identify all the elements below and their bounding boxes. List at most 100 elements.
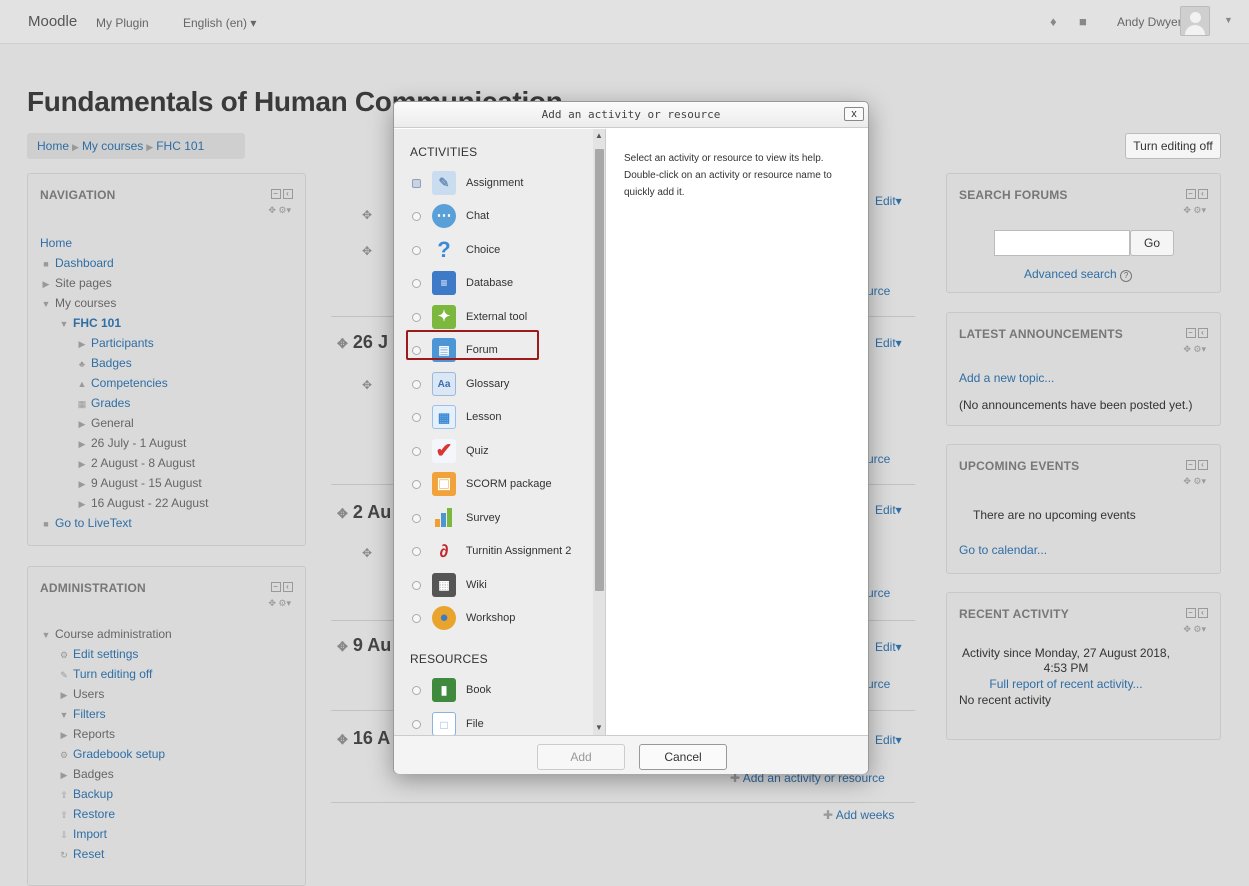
nav-item-week-2[interactable]: ▶ 2 August - 8 August [40, 453, 208, 473]
option-turnitin[interactable]: ∂ Turnitin Assignment 2 [394, 536, 594, 566]
block-controls[interactable]: − ‹ [269, 189, 293, 199]
section-title-week-2[interactable]: ✥ 2 Au [337, 502, 391, 523]
cancel-button[interactable]: Cancel [639, 744, 727, 770]
move-icon[interactable]: ✥ [362, 244, 372, 258]
advanced-search-link[interactable]: Advanced search ? [1024, 267, 1133, 282]
option-assignment[interactable]: ✎ Assignment [394, 168, 594, 198]
search-forums-input[interactable] [994, 230, 1130, 256]
add-activity-fragment[interactable]: urce [867, 677, 890, 691]
admin-item-filters[interactable]: ▼ Filters [40, 704, 172, 724]
admin-item-import[interactable]: ⇩ Import [40, 824, 172, 844]
admin-item-users[interactable]: ▶ Users [40, 684, 172, 704]
full-report-link[interactable]: Full report of recent activity... [957, 677, 1175, 691]
section-title-week-3[interactable]: ✥ 9 Au [337, 635, 391, 656]
nav-item-general[interactable]: ▶ General [40, 413, 208, 433]
bell-icon[interactable]: ♦ [1050, 14, 1057, 29]
message-icon[interactable]: ■ [1079, 14, 1087, 29]
section-edit-menu[interactable]: Edit▾ [875, 640, 902, 654]
add-button[interactable]: Add [537, 744, 625, 770]
radio-button[interactable] [412, 547, 421, 556]
move-gear-icon[interactable]: ✥ ⚙▾ [1183, 205, 1206, 216]
section-edit-menu[interactable]: Edit▾ [875, 733, 902, 747]
radio-button[interactable] [412, 447, 421, 456]
breadcrumb-course[interactable]: FHC 101 [156, 139, 204, 153]
option-glossary[interactable]: Aa Glossary [394, 369, 594, 399]
radio-button[interactable] [412, 581, 421, 590]
move-gear-icon[interactable]: ✥ ⚙▾ [268, 205, 291, 216]
radio-button[interactable] [412, 380, 421, 389]
admin-item-backup[interactable]: ⇧ Backup [40, 784, 172, 804]
option-wiki[interactable]: ▦ Wiki [394, 570, 594, 600]
nav-item-competencies[interactable]: ▲ Competencies [40, 373, 208, 393]
brand-link[interactable]: Moodle [28, 13, 77, 30]
radio-button[interactable] [412, 686, 421, 695]
add-activity-fragment[interactable]: urce [867, 452, 890, 466]
section-title-week-1[interactable]: ✥ 26 J [337, 332, 388, 353]
add-activity-fragment[interactable]: urce [867, 284, 890, 298]
option-file[interactable]: □ File [394, 709, 594, 735]
move-icon[interactable]: ✥ [362, 378, 372, 392]
block-controls[interactable]: − ‹ [1184, 189, 1208, 199]
option-book[interactable]: ▮ Book [394, 675, 594, 705]
option-database[interactable]: ≡ Database [394, 268, 594, 298]
admin-item-course-administration[interactable]: ▼ Course administration [40, 624, 172, 644]
block-controls[interactable]: − ‹ [1184, 328, 1208, 338]
section-edit-menu[interactable]: Edit▾ [875, 336, 902, 350]
go-to-calendar-link[interactable]: Go to calendar... [959, 543, 1047, 557]
move-gear-icon[interactable]: ✥ ⚙▾ [1183, 344, 1206, 355]
turn-editing-off-button[interactable]: Turn editing off [1125, 133, 1221, 159]
add-activity-fragment[interactable]: urce [867, 586, 890, 600]
radio-button[interactable] [412, 614, 421, 623]
user-menu-name[interactable]: Andy Dwyer [1117, 15, 1182, 29]
scroll-down-icon[interactable]: ▼ [595, 723, 603, 732]
nav-item-home[interactable]: Home [40, 233, 208, 253]
option-scorm[interactable]: ▣ SCORM package [394, 469, 594, 499]
breadcrumb-my-courses[interactable]: My courses [82, 139, 143, 153]
nav-item-grades[interactable]: ▦ Grades [40, 393, 208, 413]
nav-item-week-1[interactable]: ▶ 26 July - 1 August [40, 433, 208, 453]
move-gear-icon[interactable]: ✥ ⚙▾ [268, 598, 291, 609]
radio-button[interactable] [412, 246, 421, 255]
admin-item-reports[interactable]: ▶ Reports [40, 724, 172, 744]
admin-item-restore[interactable]: ⇧ Restore [40, 804, 172, 824]
option-lesson[interactable]: ▦ Lesson [394, 402, 594, 432]
nav-item-participants[interactable]: ▶ Participants [40, 333, 208, 353]
search-go-button[interactable]: Go [1130, 230, 1174, 256]
radio-button[interactable] [412, 720, 421, 729]
avatar[interactable] [1180, 6, 1210, 36]
move-icon[interactable]: ✥ [362, 546, 372, 560]
nav-item-livetext[interactable]: ■ Go to LiveText [40, 513, 208, 533]
scroll-up-icon[interactable]: ▲ [595, 131, 603, 140]
nav-item-my-courses[interactable]: ▼ My courses [40, 293, 208, 313]
radio-button[interactable] [412, 313, 421, 322]
nav-item-week-3[interactable]: ▶ 9 August - 15 August [40, 473, 208, 493]
nav-item-site-pages[interactable]: ▶ Site pages [40, 273, 208, 293]
radio-button[interactable] [412, 179, 421, 188]
chevron-down-icon[interactable]: ▼ [1224, 15, 1233, 25]
admin-item-edit-settings[interactable]: ⚙ Edit settings [40, 644, 172, 664]
move-gear-icon[interactable]: ✥ ⚙▾ [1183, 624, 1206, 635]
block-controls[interactable]: − ‹ [1184, 608, 1208, 618]
close-icon[interactable]: x [844, 107, 864, 121]
section-edit-menu[interactable]: Edit▾ [875, 503, 902, 517]
radio-button[interactable] [412, 413, 421, 422]
move-gear-icon[interactable]: ✥ ⚙▾ [1183, 476, 1206, 487]
radio-button[interactable] [412, 212, 421, 221]
breadcrumb-home[interactable]: Home [37, 139, 69, 153]
add-topic-link[interactable]: Add a new topic... [959, 371, 1054, 385]
language-menu[interactable]: English (en) ▾ [183, 16, 256, 30]
nav-item-fhc101[interactable]: ▼ FHC 101 [40, 313, 208, 333]
option-chat[interactable]: ⋯ Chat [394, 201, 594, 231]
option-quiz[interactable]: ✔ Quiz [394, 436, 594, 466]
move-icon[interactable]: ✥ [362, 208, 372, 222]
option-workshop[interactable]: ● Workshop [394, 603, 594, 633]
block-controls[interactable]: − ‹ [1184, 460, 1208, 470]
my-plugin-link[interactable]: My Plugin [96, 16, 149, 30]
nav-item-dashboard[interactable]: ■ Dashboard [40, 253, 208, 273]
admin-item-badges[interactable]: ▶ Badges [40, 764, 172, 784]
radio-button[interactable] [412, 514, 421, 523]
options-scrollbar[interactable]: ▲ ▼ [593, 129, 605, 735]
option-external-tool[interactable]: ✦ External tool [394, 302, 594, 332]
option-choice[interactable]: ? Choice [394, 235, 594, 265]
section-edit-menu[interactable]: Edit▾ [875, 194, 902, 208]
